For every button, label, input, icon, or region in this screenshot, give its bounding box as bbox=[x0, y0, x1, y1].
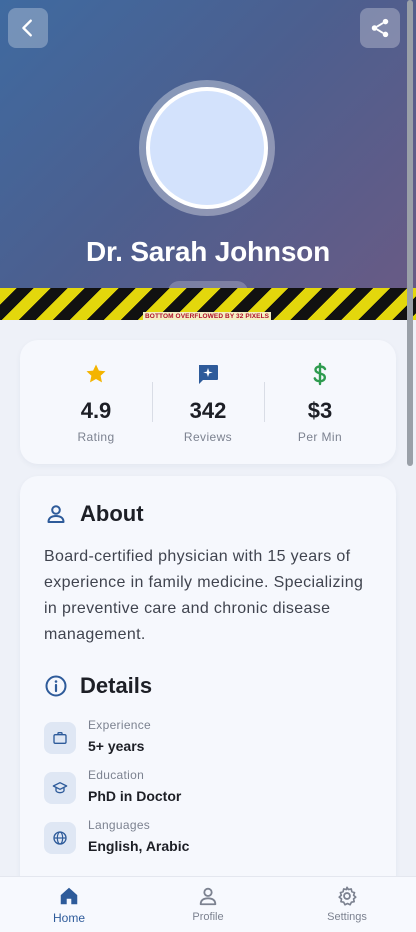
detail-experience: Experience 5+ years bbox=[44, 718, 364, 760]
share-button[interactable] bbox=[360, 8, 400, 48]
globe-icon bbox=[53, 831, 67, 845]
details-title: Details bbox=[80, 673, 153, 698]
price-label: Per Min bbox=[297, 430, 343, 444]
stat-reviews: 342 Reviews bbox=[152, 340, 264, 464]
detail-icon-box bbox=[44, 772, 76, 804]
stat-rating: 4.9 Rating bbox=[40, 340, 152, 464]
detail-education: Education PhD in Doctor bbox=[44, 768, 364, 810]
detail-icon-box bbox=[44, 822, 76, 854]
reviews-value: 342 bbox=[189, 398, 227, 423]
detail-languages: Languages English, Arabic bbox=[44, 818, 364, 860]
person-icon bbox=[47, 505, 65, 523]
back-button[interactable] bbox=[8, 8, 48, 48]
nav-profile-label: Profile bbox=[192, 911, 224, 923]
detail-label: Experience bbox=[88, 718, 152, 732]
overflow-warning-text: BOTTOM OVERFLOWED BY 32 PIXELS bbox=[143, 312, 272, 320]
avatar bbox=[146, 87, 268, 209]
graduation-cap-icon bbox=[52, 782, 68, 794]
dollar-icon bbox=[313, 362, 327, 386]
profile-header: Dr. Sarah Johnson BOTTOM OVERFLOWED BY 3… bbox=[0, 0, 416, 320]
stats-card: 4.9 Rating 342 Reviews $3 Per Min bbox=[20, 340, 396, 464]
chevron-left-icon bbox=[22, 19, 32, 37]
nav-home-label: Home bbox=[52, 911, 85, 925]
detail-value: 5+ years bbox=[88, 738, 145, 754]
rating-label: Rating bbox=[77, 430, 115, 444]
doctor-name: Dr. Sarah Johnson bbox=[86, 236, 330, 267]
nav-home[interactable]: Home bbox=[0, 877, 138, 932]
price-value: $3 bbox=[307, 398, 333, 423]
bottom-navigation: Home Profile Settings bbox=[0, 876, 416, 932]
reviews-label: Reviews bbox=[183, 430, 233, 444]
about-card: About Board-certified physician with 15 … bbox=[20, 476, 396, 896]
star-icon bbox=[86, 364, 106, 383]
rating-value: 4.9 bbox=[80, 398, 112, 423]
about-title: About bbox=[80, 501, 144, 526]
about-text: Board-certified physician with 15 years … bbox=[44, 548, 364, 643]
stat-price: $3 Per Min bbox=[264, 340, 376, 464]
detail-value: English, Arabic bbox=[88, 838, 190, 854]
detail-value: PhD in Doctor bbox=[88, 788, 182, 804]
scrollbar[interactable] bbox=[407, 0, 413, 466]
nav-settings-label: Settings bbox=[327, 911, 367, 923]
detail-label: Education bbox=[88, 768, 145, 782]
briefcase-icon bbox=[53, 732, 67, 744]
detail-label: Languages bbox=[88, 818, 151, 832]
nav-profile[interactable]: Profile bbox=[139, 877, 277, 932]
profile-icon bbox=[199, 887, 217, 906]
home-icon bbox=[60, 887, 78, 905]
share-icon bbox=[371, 18, 389, 38]
review-icon bbox=[199, 365, 218, 384]
info-icon bbox=[45, 675, 67, 697]
detail-icon-box bbox=[44, 722, 76, 754]
avatar-ring bbox=[139, 80, 275, 216]
settings-icon bbox=[338, 886, 357, 906]
nav-settings[interactable]: Settings bbox=[278, 877, 416, 932]
